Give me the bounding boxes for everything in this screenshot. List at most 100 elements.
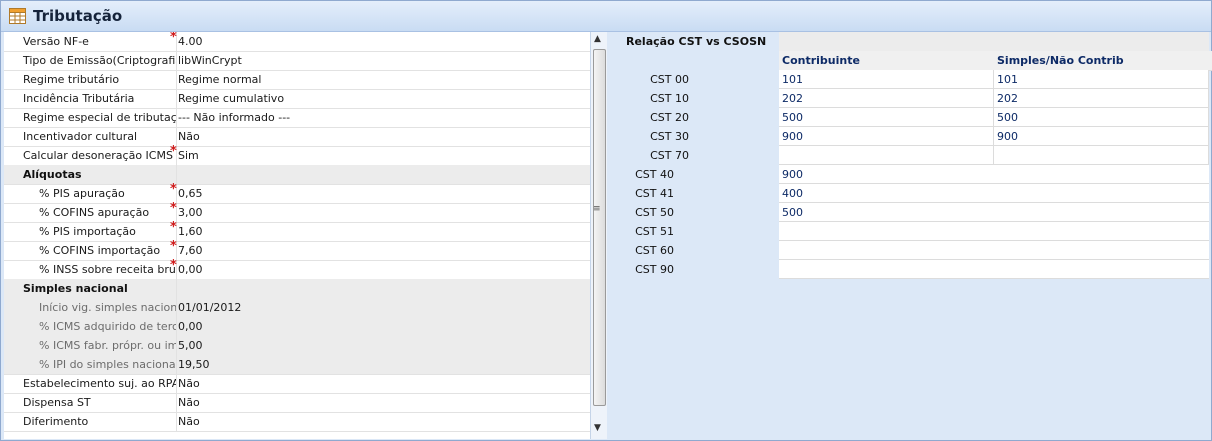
property-label: Regime especial de tributação — [4, 108, 177, 127]
property-row[interactable]: % ICMS adquirido de terc. 0,00 — [4, 317, 590, 337]
property-label: Tipo de Emissão(Criptografia) — [4, 51, 177, 70]
cst-simples-cell[interactable] — [994, 146, 1209, 165]
property-label: Versão NF-e — [4, 32, 177, 51]
property-row[interactable]: Regime tributário Regime normal — [4, 70, 590, 90]
property-value-text: 7,60 — [178, 244, 203, 257]
property-value-text: Não — [178, 396, 200, 409]
scrollbar[interactable]: ▲ ≡ ▼ — [590, 32, 607, 439]
property-value[interactable]: Não — [177, 412, 590, 431]
property-value — [177, 165, 590, 184]
column-header-simples[interactable]: Simples/Não Contrib — [994, 51, 1212, 71]
required-marker-icon: * — [170, 144, 177, 159]
property-label: Calcular desoneração ICMS — [4, 146, 177, 165]
property-row[interactable]: % COFINS apuração * 3,00 — [4, 201, 590, 223]
property-label: % INSS sobre receita bruta — [4, 260, 177, 279]
property-value-text — [177, 282, 178, 295]
property-value[interactable]: 4.00 — [177, 32, 590, 51]
cst-value-cell[interactable] — [779, 260, 1209, 279]
property-value[interactable]: 1,60 — [177, 222, 590, 241]
property-value[interactable]: Sim — [177, 146, 590, 165]
property-value[interactable]: libWinCrypt — [177, 51, 590, 70]
property-row[interactable]: % PIS apuração * 0,65 — [4, 182, 590, 204]
cst-simples-cell[interactable]: 202 — [994, 89, 1209, 108]
property-row[interactable]: % COFINS importação * 7,60 — [4, 239, 590, 261]
property-row[interactable]: % ICMS fabr. própr. ou imp 5,00 — [4, 336, 590, 356]
scroll-up-icon[interactable]: ▲ — [594, 34, 601, 44]
property-row[interactable]: Incentivador cultural Não — [4, 127, 590, 147]
property-label: Início vig. simples nacional — [4, 298, 177, 317]
column-header-contribuinte[interactable]: Contribuinte — [779, 51, 998, 71]
property-row[interactable]: Início vig. simples nacional 01/01/2012 — [4, 298, 590, 318]
property-value[interactable]: 5,00 — [177, 336, 590, 355]
property-row[interactable]: % INSS sobre receita bruta * 0,00 — [4, 258, 590, 280]
cst-label: CST 70 — [650, 149, 689, 162]
cst-label: CST 10 — [650, 92, 689, 105]
cst-table: Relação CST vs CSOSN Contribuinte Simples/… — [609, 32, 1212, 439]
property-value-text: Regime cumulativo — [178, 92, 285, 105]
property-label: % ICMS fabr. própr. ou imp — [4, 336, 177, 355]
cst-label: CST 60 — [635, 244, 674, 257]
cst-contribuinte-cell[interactable]: 900 — [779, 127, 994, 146]
required-marker-icon: * — [170, 32, 177, 45]
property-row[interactable]: Diferimento Não — [4, 412, 590, 432]
property-label: % COFINS apuração — [4, 203, 177, 222]
property-value[interactable]: 3,00 — [177, 203, 590, 222]
property-label: Alíquotas — [4, 165, 177, 184]
property-value[interactable]: 01/01/2012 — [177, 298, 590, 317]
cst-contribuinte-cell[interactable]: 101 — [779, 70, 994, 89]
property-row[interactable]: Tipo de Emissão(Criptografia) libWinCrypt — [4, 51, 590, 71]
property-row[interactable]: Estabelecimento suj. ao RPA Não — [4, 374, 590, 394]
cst-value-cell[interactable] — [779, 222, 1209, 241]
property-value[interactable]: 0,00 — [177, 317, 590, 336]
property-value-text: 0,65 — [178, 187, 203, 200]
scrollbar-thumb[interactable] — [593, 49, 606, 406]
property-value-text: 19,50 — [178, 358, 210, 371]
window: Tributação Versão NF-e * 4.00 Tipo de Emiss… — [0, 0, 1212, 441]
property-row[interactable]: % PIS importação * 1,60 — [4, 220, 590, 242]
property-row[interactable]: Calcular desoneração ICMS * Sim — [4, 144, 590, 166]
table-icon — [9, 8, 26, 24]
property-label: Diferimento — [4, 412, 177, 431]
cst-simples-cell[interactable]: 500 — [994, 108, 1209, 127]
property-value-text: Não — [178, 130, 200, 143]
property-value[interactable]: 19,50 — [177, 355, 590, 374]
cst-label: CST 40 — [635, 168, 674, 181]
group-header: Alíquotas — [4, 165, 590, 185]
property-value[interactable]: Não — [177, 127, 590, 146]
property-row[interactable]: Dispensa ST Não — [4, 393, 590, 413]
property-value-text: --- Não informado --- — [178, 111, 291, 124]
cst-value-cell[interactable] — [779, 241, 1209, 260]
property-value[interactable]: Não — [177, 393, 590, 412]
cst-value-cell[interactable]: 900 — [779, 165, 1209, 184]
cst-label: CST 30 — [650, 130, 689, 143]
required-marker-icon: * — [170, 220, 177, 235]
property-value[interactable]: 7,60 — [177, 241, 590, 260]
cst-simples-cell[interactable]: 101 — [994, 70, 1209, 89]
property-value[interactable]: 0,00 — [177, 260, 590, 279]
property-value-text: 01/01/2012 — [178, 301, 242, 314]
property-row[interactable]: Regime especial de tributação --- Não inf… — [4, 108, 590, 128]
property-value-text: 3,00 — [178, 206, 203, 219]
scroll-down-icon[interactable]: ▼ — [594, 423, 601, 433]
property-label: Simples nacional — [4, 279, 177, 298]
cst-simples-cell[interactable]: 900 — [994, 127, 1209, 146]
cst-label: CST 41 — [635, 187, 674, 200]
cst-contribuinte-cell[interactable]: 202 — [779, 89, 994, 108]
property-value[interactable]: Regime cumulativo — [177, 89, 590, 108]
property-value[interactable]: 0,65 — [177, 184, 590, 203]
cst-label: CST 50 — [635, 206, 674, 219]
property-row[interactable]: % IPI do simples nacional 19,50 — [4, 355, 590, 375]
property-label: % ICMS adquirido de terc. — [4, 317, 177, 336]
cst-contribuinte-cell[interactable]: 500 — [779, 108, 994, 127]
required-marker-icon: * — [170, 239, 177, 254]
property-value[interactable]: --- Não informado --- — [177, 108, 590, 127]
property-label: Estabelecimento suj. ao RPA — [4, 374, 177, 393]
property-row[interactable]: Versão NF-e * 4.00 — [4, 32, 590, 52]
cst-value-cell[interactable]: 500 — [779, 203, 1209, 222]
cst-contribuinte-cell[interactable] — [779, 146, 994, 165]
property-value[interactable]: Não — [177, 374, 590, 393]
grip-icon: ≡ — [593, 204, 601, 214]
property-value[interactable]: Regime normal — [177, 70, 590, 89]
property-row[interactable]: Incidência Tributária Regime cumulativo — [4, 89, 590, 109]
cst-value-cell[interactable]: 400 — [779, 184, 1209, 203]
